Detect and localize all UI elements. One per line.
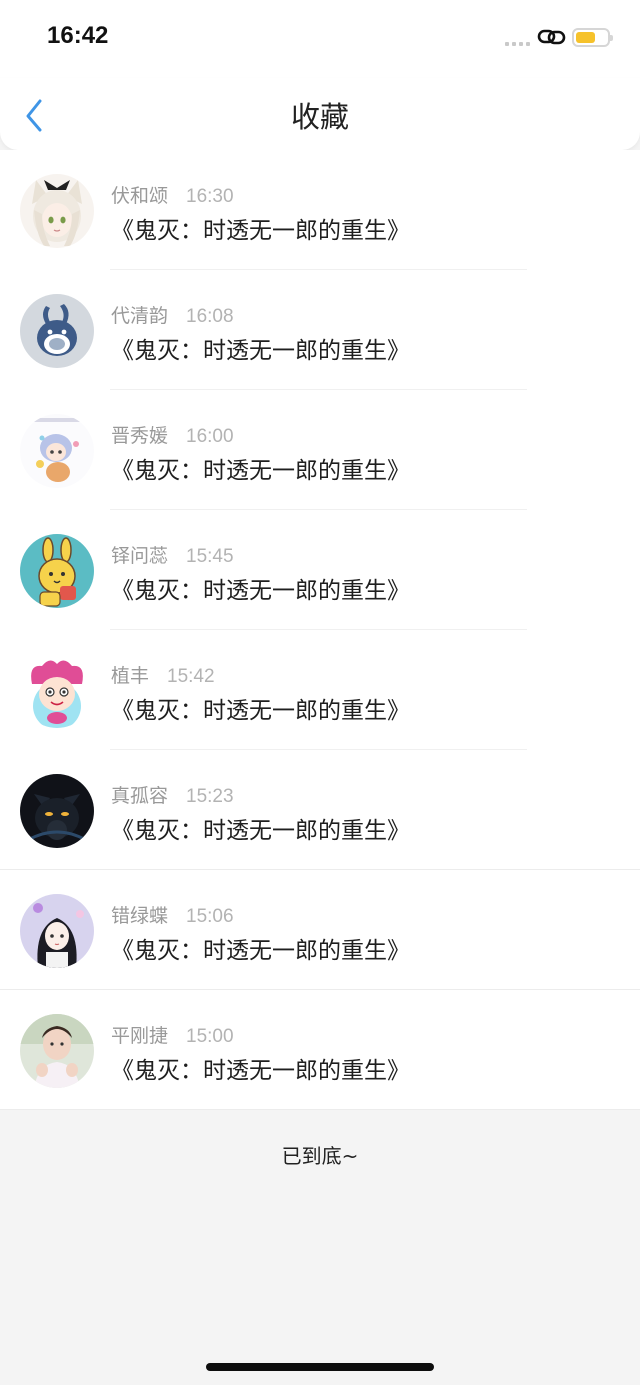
list-item[interactable]: 伏和颂 16:30 《鬼灭：时透无一郎的重生》 [0,150,640,270]
list-item[interactable]: 铎问蕊 15:45 《鬼灭：时透无一郎的重生》 [0,510,640,630]
avatar[interactable] [20,654,94,728]
end-of-list-text: 已到底~ [281,1144,359,1168]
author-name: 真孤容 [111,785,169,807]
favorites-list: 伏和颂 16:30 《鬼灭：时透无一郎的重生》 代清韵 16:08 《鬼灭：时透无一… [0,150,640,1110]
avatar[interactable] [20,414,94,488]
avatar[interactable] [20,174,94,248]
item-title[interactable]: 《鬼灭：时透无一郎的重生》 [111,451,410,485]
dark-wolf-avatar [20,774,94,848]
avatar[interactable] [20,534,94,608]
nav-bar: 收藏 [0,78,640,150]
author-name: 晋秀媛 [111,425,169,447]
list-item[interactable]: 代清韵 16:08 《鬼灭：时透无一郎的重生》 [0,270,640,390]
status-bar: 16:42 [0,0,640,78]
item-time: 16:08 [186,306,234,327]
status-time: 16:42 [47,22,109,49]
page-title: 收藏 [290,100,349,134]
item-time: 15:06 [186,906,234,927]
item-meta: 错绿蝶 15:06 [111,901,234,928]
item-title[interactable]: 《鬼灭：时透无一郎的重生》 [111,691,410,725]
item-meta: 代清韵 16:08 [111,301,234,328]
author-name: 平刚捷 [111,1025,169,1047]
list-item[interactable]: 平刚捷 15:00 《鬼灭：时透无一郎的重生》 [0,990,640,1110]
author-name: 错绿蝶 [111,905,169,927]
item-meta: 植丰 15:42 [111,661,215,688]
avatar[interactable] [20,1014,94,1088]
author-name: 植丰 [111,665,150,687]
anime-girl-avatar [20,894,94,968]
home-indicator[interactable] [206,1363,434,1371]
blue-rabbit-avatar [20,294,94,368]
item-time: 16:30 [186,186,234,207]
item-time: 16:00 [186,426,234,447]
item-meta: 伏和颂 16:30 [111,181,234,208]
author-name: 伏和颂 [111,185,169,207]
chibi-anime-avatar [20,414,94,488]
item-time: 15:00 [186,1026,234,1047]
list-item[interactable]: 真孤容 15:23 《鬼灭：时透无一郎的重生》 [0,750,640,870]
item-meta: 平刚捷 15:00 [111,1021,234,1048]
item-title[interactable]: 《鬼灭：时透无一郎的重生》 [111,571,410,605]
item-title[interactable]: 《鬼灭：时透无一郎的重生》 [111,331,410,365]
item-meta: 真孤容 15:23 [111,781,234,808]
item-title[interactable]: 《鬼灭：时透无一郎的重生》 [111,811,410,845]
link-icon [537,29,566,45]
avatar[interactable] [20,294,94,368]
item-meta: 铎问蕊 15:45 [111,541,234,568]
list-item[interactable]: 晋秀媛 16:00 《鬼灭：时透无一郎的重生》 [0,390,640,510]
item-meta: 晋秀媛 16:00 [111,421,234,448]
list-item[interactable]: 错绿蝶 15:06 《鬼灭：时透无一郎的重生》 [0,870,640,990]
anime-catgirl-avatar [20,174,94,248]
item-time: 15:23 [186,786,234,807]
avatar[interactable] [20,774,94,848]
item-time: 15:45 [186,546,234,567]
yellow-bunny-avatar [20,534,94,608]
item-title[interactable]: 《鬼灭：时透无一郎的重生》 [111,1051,410,1085]
photo-portrait-avatar [20,1014,94,1088]
item-title[interactable]: 《鬼灭：时透无一郎的重生》 [111,931,410,965]
item-title[interactable]: 《鬼灭：时透无一郎的重生》 [111,211,410,245]
author-name: 代清韵 [111,305,169,327]
author-name: 铎问蕊 [111,545,169,567]
signal-icon [505,42,530,46]
avatar[interactable] [20,894,94,968]
item-time: 15:42 [167,666,215,687]
battery-icon [572,28,613,47]
pink-hat-cartoon-avatar [20,654,94,728]
list-item[interactable]: 植丰 15:42 《鬼灭：时透无一郎的重生》 [0,630,640,750]
